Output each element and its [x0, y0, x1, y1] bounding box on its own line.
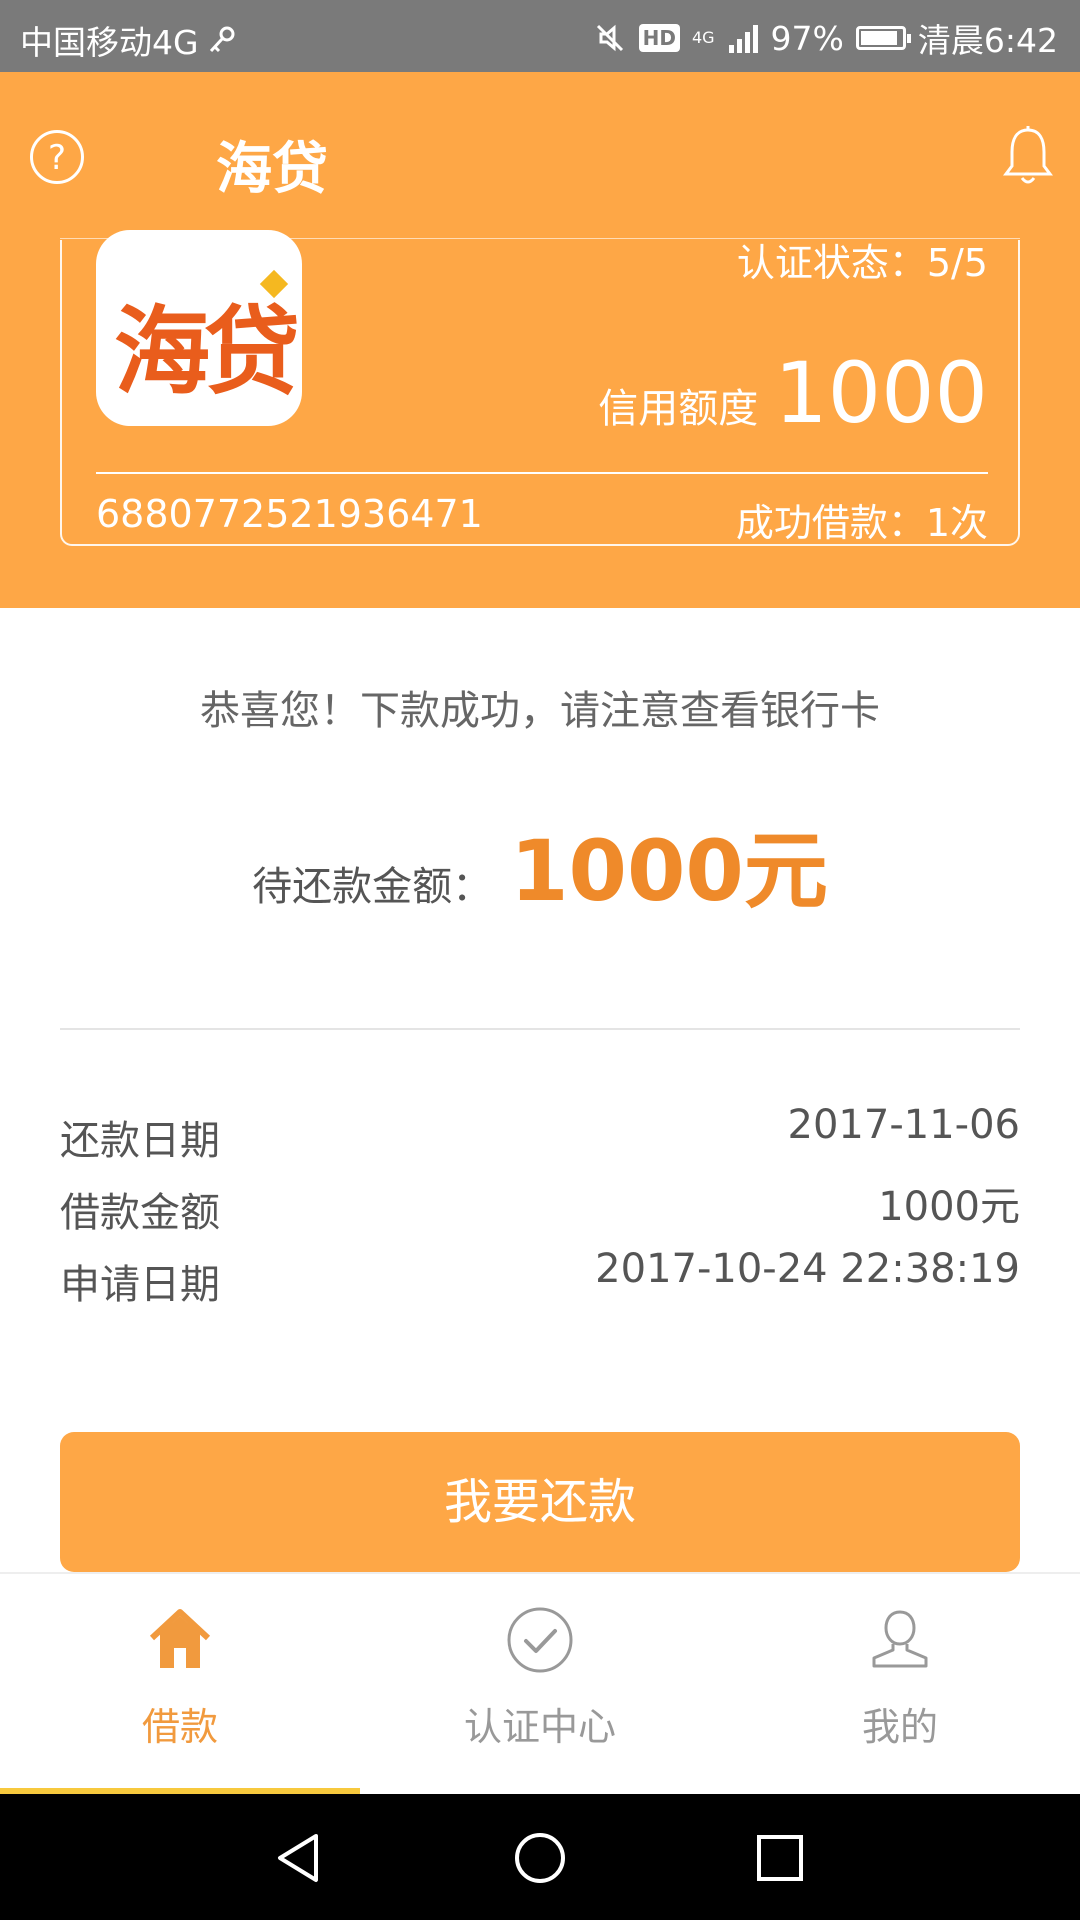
recents-icon[interactable]: [752, 1830, 808, 1886]
due-amount-row: 待还款金额： 1000元: [0, 804, 1080, 925]
key-icon: [209, 26, 235, 53]
due-label: 待还款金额：: [252, 864, 493, 910]
detail-label: 还款日期: [60, 1118, 220, 1164]
credit-card: 海贷 认证状态：5/5 信用额度 1000 6880772521936471 成…: [60, 230, 1020, 546]
user-icon: [872, 1610, 928, 1668]
detail-label: 借款金额: [60, 1190, 220, 1236]
check-circle-icon: [507, 1607, 573, 1673]
success-message: 恭喜您！下款成功，请注意查看银行卡: [200, 688, 880, 734]
home-icon: [149, 1609, 211, 1668]
question-circle-icon[interactable]: ?: [30, 130, 84, 184]
detail-row-repay-date: 还款日期 2017-11-06: [60, 1102, 1020, 1166]
detail-value: 2017-10-24 22:38:19: [595, 1246, 1020, 1292]
status-right: HD 4G 97% 清晨6:42: [593, 14, 1058, 62]
loan-count: 成功借款：1次: [735, 501, 988, 545]
credit-label: 信用额度: [598, 386, 759, 432]
clock: 清晨6:42: [917, 21, 1058, 60]
back-icon[interactable]: [270, 1830, 326, 1886]
network-type: 4G: [691, 28, 715, 47]
section-divider: [60, 1028, 1020, 1030]
detail-row-loan-amount: 借款金额 1000元: [60, 1174, 1020, 1238]
due-value: 1000元: [510, 822, 828, 920]
signal-icon: [728, 25, 758, 53]
bell-icon[interactable]: [1002, 124, 1054, 190]
credit-limit: 信用额度 1000: [598, 344, 988, 442]
mute-icon: [596, 24, 623, 52]
detail-value: 1000元: [878, 1184, 1020, 1230]
card-divider: [96, 472, 988, 474]
nav-label: 认证中心: [463, 1705, 616, 1749]
auth-status: 认证状态：5/5: [736, 241, 988, 285]
nav-item-loan[interactable]: 借款: [0, 1574, 360, 1794]
status-left: 中国移动4G: [20, 16, 237, 64]
battery-icon: [855, 26, 911, 50]
repay-button[interactable]: 我要还款: [60, 1432, 1020, 1572]
credit-value: 1000: [774, 344, 988, 442]
card-number: 6880772521936471: [96, 492, 483, 536]
logo-text: 海贷: [114, 296, 300, 408]
home-circle-icon[interactable]: [512, 1830, 568, 1886]
status-bar: 中国移动4G HD 4G 97% 清晨6:42: [0, 0, 1080, 72]
app-title: 海贷: [216, 137, 328, 202]
battery-percent: 97%: [770, 18, 844, 58]
bottom-nav: 借款 认证中心 我的: [0, 1572, 1080, 1794]
orange-header: ? 海贷 海贷 认证状态：5/5 信用额度 1000 6880772521936…: [0, 72, 1080, 608]
detail-label: 申请日期: [60, 1262, 220, 1308]
nav-item-auth-center[interactable]: 认证中心: [360, 1574, 720, 1794]
nav-label: 我的: [861, 1705, 938, 1749]
hd-badge: HD: [638, 24, 680, 52]
detail-value: 2017-11-06: [787, 1102, 1020, 1148]
app-logo: 海贷: [96, 230, 302, 426]
detail-row-apply-date: 申请日期 2017-10-24 22:38:19: [60, 1246, 1020, 1310]
carrier-label: 中国移动4G: [20, 23, 199, 62]
nav-label: 借款: [141, 1705, 218, 1749]
system-nav-bar: [0, 1794, 1080, 1920]
nav-item-mine[interactable]: 我的: [720, 1574, 1080, 1794]
